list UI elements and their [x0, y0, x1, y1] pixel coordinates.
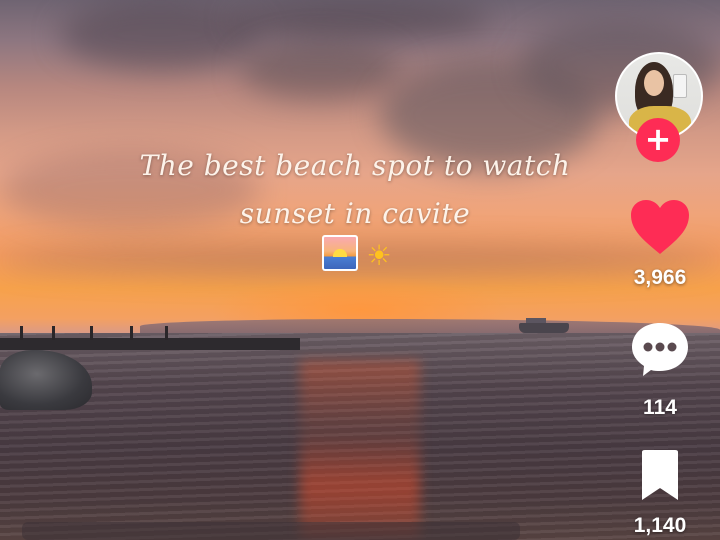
caption-line: sunset in cavite — [239, 197, 471, 230]
bookmark-button[interactable] — [628, 448, 692, 506]
ship — [519, 323, 569, 333]
pier-post — [20, 326, 23, 340]
cloud — [240, 40, 400, 100]
cloud — [230, 0, 490, 40]
comment-button[interactable] — [628, 320, 692, 382]
caption-emojis: ☀ — [322, 235, 402, 275]
pier-post — [52, 326, 55, 340]
sun-reflection — [300, 360, 420, 540]
sun-icon: ☀ — [366, 239, 392, 272]
bookmark-count: 1,140 — [633, 514, 687, 537]
pier-post — [165, 326, 168, 340]
pier — [0, 338, 300, 350]
follow-button[interactable]: + — [636, 118, 680, 162]
avatar-face — [644, 70, 664, 96]
pier-post — [130, 326, 133, 340]
like-button[interactable] — [628, 198, 692, 260]
bookmark-icon — [642, 450, 678, 500]
video-caption: The best beach spot to watch sunset in c… — [120, 142, 590, 238]
pier-post — [90, 326, 93, 340]
comment-icon — [632, 323, 688, 376]
caption-line: The best beach spot to watch — [139, 149, 571, 182]
sunrise-icon — [322, 235, 358, 271]
comment-count: 114 — [643, 396, 677, 419]
heart-icon — [631, 200, 689, 254]
cloud — [60, 0, 260, 70]
video-progress-bar[interactable] — [22, 522, 520, 540]
avatar-phone — [673, 74, 687, 98]
like-count: 3,966 — [633, 266, 687, 289]
